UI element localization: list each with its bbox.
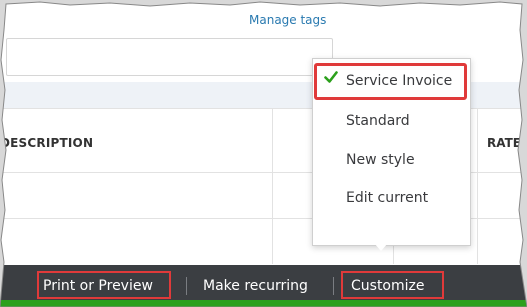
torn-edge-outline (0, 1, 527, 307)
invoice-screenshot: Manage tags DESCRIPTION RATE Print or Pr… (0, 0, 527, 307)
